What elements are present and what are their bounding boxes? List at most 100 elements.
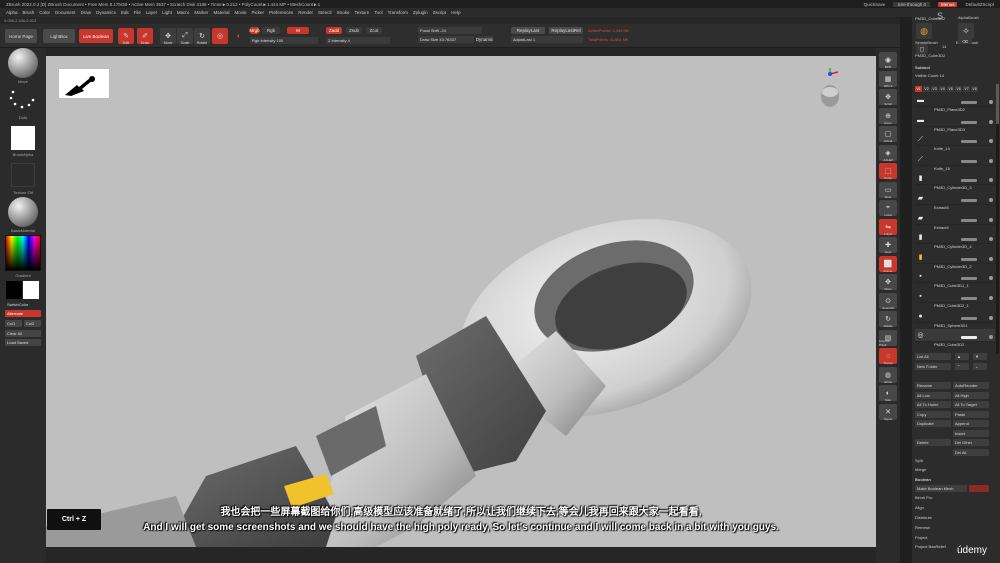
subtool-slider[interactable] <box>961 101 977 104</box>
list-all-button[interactable]: List All <box>915 353 951 360</box>
view-button-spix-3[interactable]: ▦ SPix 3 <box>879 70 897 88</box>
replay-last-rel-button[interactable]: ReplayLastRel <box>549 27 583 34</box>
view-button-actual[interactable]: ▢ Actual <box>879 126 897 143</box>
stroke-thumbnail[interactable] <box>6 88 38 114</box>
view-button-move[interactable]: ✥ Move <box>879 274 897 291</box>
subtool-slider[interactable] <box>961 297 977 300</box>
m-toggle[interactable]: M <box>287 27 309 34</box>
subtool-slider[interactable] <box>961 336 977 340</box>
subtool-row[interactable]: ● PM3D_Sphere3D1 <box>915 310 995 328</box>
visibility-set-tab[interactable]: V2 <box>923 86 930 92</box>
view-button-frame[interactable]: ⬜ Frame <box>879 255 897 273</box>
new-folder-button[interactable]: New Folder <box>915 363 951 370</box>
menu-item-movie[interactable]: Movie <box>234 10 246 15</box>
menu-item-edit[interactable]: Edit <box>121 10 129 15</box>
subtool-row[interactable]: ▰ Extract5 <box>915 192 995 210</box>
move-up-button[interactable]: ▲ <box>955 353 969 360</box>
col1-button[interactable]: Col1 <box>5 320 22 327</box>
col2-button[interactable]: Col2 <box>24 320 41 327</box>
subtool-slider[interactable] <box>961 159 977 163</box>
menu-item-stencil[interactable]: Stencil <box>318 10 332 15</box>
eye-icon[interactable] <box>989 315 993 320</box>
eye-icon[interactable] <box>989 256 993 261</box>
visibility-set-tab[interactable]: V5 <box>947 86 954 92</box>
visibility-set-tab[interactable]: V8 <box>971 86 978 92</box>
menu-item-color[interactable]: Color <box>39 10 50 15</box>
lightbox-button[interactable]: LightBox <box>43 29 75 43</box>
menu-item-preferences[interactable]: Preferences <box>269 10 293 15</box>
orientation-gizmo[interactable] <box>816 66 846 114</box>
append-button[interactable]: Append <box>953 420 989 427</box>
clear-all-button[interactable]: Clear All <box>5 330 41 337</box>
dynamic-toggle[interactable]: Dynamic <box>476 36 493 43</box>
make-boolean-mesh-button[interactable]: Make Boolean Mesh <box>915 485 967 492</box>
subtool-row[interactable]: ⟋ Knife_14 <box>915 133 995 151</box>
eye-icon[interactable] <box>989 119 993 124</box>
primary-color-swatch[interactable] <box>6 281 22 299</box>
subtool-slider[interactable] <box>961 179 977 183</box>
view-button-ghost[interactable]: ◍ Ghost <box>879 366 897 384</box>
view-button-local[interactable]: ⌖ Local <box>879 200 897 217</box>
visibility-set-tab[interactable]: V1 <box>915 86 922 92</box>
subtool-slider[interactable] <box>961 140 977 144</box>
canvas-viewport[interactable]: Ctrl + Z 我也会把一些屏幕截图给你们,高级模型应该准备就绪了,所以让我们… <box>46 56 876 547</box>
view-button-zoom[interactable]: ⊕ Zoom <box>879 107 897 125</box>
subtool-slider[interactable] <box>961 218 977 222</box>
subtool-row[interactable]: ▮ PM3D_Cylinder3D_4 <box>915 231 995 249</box>
home-page-button[interactable]: Home Page <box>5 29 37 43</box>
live-boolean-button[interactable]: Live Boolean <box>79 29 113 43</box>
zcut-toggle[interactable]: Zcut <box>366 27 382 34</box>
color-picker[interactable] <box>5 235 41 271</box>
subtool-slider[interactable] <box>961 238 977 242</box>
move-button[interactable]: ✥ Move <box>160 28 176 45</box>
menu-item-tool[interactable]: Tool <box>374 10 382 15</box>
insert-button[interactable]: Insert <box>953 429 989 437</box>
menu-item-marker[interactable]: Marker <box>194 10 208 15</box>
menu-item-zscript[interactable]: Zscript <box>433 10 447 15</box>
menu-item-macro[interactable]: Macro <box>177 10 190 15</box>
replay-last-button[interactable]: ReplayLast <box>511 27 545 34</box>
draw-size-slider[interactable]: Draw Size 43.76337 <box>418 36 474 43</box>
eye-icon[interactable] <box>989 158 993 163</box>
subtool-row[interactable]: ▬ PM3D_Plane3D3 <box>915 114 995 132</box>
delete-button[interactable]: Delete <box>915 439 951 446</box>
eye-icon[interactable] <box>989 237 993 242</box>
all-to-target-button[interactable]: All To Target <box>953 401 989 408</box>
eye-icon[interactable] <box>989 100 993 104</box>
view-button-persp[interactable]: ⬚ Persp <box>879 163 897 180</box>
focal-shift-slider[interactable]: Focal Shift -34 <box>418 27 482 34</box>
rgb-toggle[interactable]: Rgb <box>262 27 280 34</box>
draw-button[interactable]: ✐ Draw <box>137 28 153 45</box>
remesh-section[interactable]: Remesh <box>915 525 997 530</box>
switch-color-button[interactable]: SwitchColor <box>5 301 41 308</box>
default-zscript-button[interactable]: DefaultZScript <box>965 2 994 7</box>
eye-icon[interactable] <box>989 335 993 340</box>
subtool-slider[interactable] <box>961 199 977 202</box>
view-button-bpr[interactable]: ◉ BPR <box>879 52 897 69</box>
folder-down-button[interactable]: ⌄ <box>973 363 987 370</box>
load-saved-button[interactable]: Load Saved <box>5 339 41 346</box>
subtool-row[interactable]: ▬ PM3D_Plane3D2 <box>915 94 995 112</box>
all-to-home-button[interactable]: All To Home <box>915 401 951 408</box>
view-button-floor[interactable]: ▭ Floor <box>879 181 897 199</box>
texture-thumbnail[interactable] <box>11 163 35 187</box>
adjust-last-slider[interactable]: AdjustLast 1 <box>511 36 583 43</box>
scale-button[interactable]: ⤢ Scale <box>177 28 193 45</box>
view-button-gxyz[interactable]: ✚ Gxyz <box>879 237 897 254</box>
paste-button[interactable]: Paste <box>953 410 989 418</box>
menu-item-texture[interactable]: Texture <box>355 10 370 15</box>
view-button-xpose[interactable]: ✕ Xpose <box>879 403 897 421</box>
brush-thumbnail[interactable] <box>8 48 38 78</box>
menu-item-dynamics[interactable]: Dynamics <box>96 10 116 15</box>
tool-icon[interactable]: ◍ <box>916 23 932 39</box>
del-all-button[interactable]: Del All <box>953 448 989 456</box>
all-low-button[interactable]: All Low <box>915 391 951 399</box>
menu-item-alpha[interactable]: Alpha <box>6 10 18 15</box>
subtool-slider[interactable] <box>961 316 977 320</box>
subtool-scroll-thumb[interactable] <box>996 84 999 124</box>
subtool-title[interactable]: Subtool <box>915 65 997 70</box>
subtool-row[interactable]: ▪ PM3D_Cube3D1_1 <box>915 270 995 288</box>
menu-item-render[interactable]: Render <box>298 10 313 15</box>
split-section[interactable]: Split <box>915 458 997 463</box>
move-down-button[interactable]: ▼ <box>973 353 987 360</box>
